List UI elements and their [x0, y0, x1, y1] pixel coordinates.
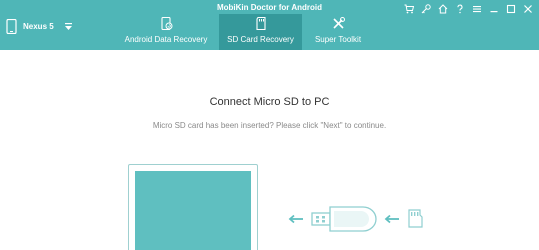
- sd-card-icon: [255, 17, 266, 30]
- phone-icon: [6, 18, 17, 34]
- monitor-screen: [135, 171, 251, 250]
- key-icon[interactable]: [421, 4, 431, 14]
- micro-sd-card-icon: [408, 209, 423, 228]
- tab-sd-card-recovery[interactable]: SD Card Recovery: [219, 14, 302, 50]
- tab-android-data-recovery[interactable]: Android Data Recovery: [118, 14, 214, 50]
- tab-label: Super Toolkit: [314, 35, 362, 44]
- help-icon[interactable]: [455, 4, 465, 14]
- cart-icon[interactable]: [404, 4, 414, 14]
- home-icon[interactable]: [438, 4, 448, 14]
- usb-card-reader-icon: [311, 206, 377, 232]
- tab-label: SD Card Recovery: [227, 35, 294, 44]
- minimize-icon[interactable]: [489, 4, 499, 14]
- window-controls: [404, 4, 533, 14]
- pc-monitor-illustration: [128, 164, 258, 250]
- page-title: Connect Micro SD to PC: [209, 96, 330, 108]
- menu-icon[interactable]: [472, 4, 482, 14]
- arrow-left-icon: [288, 214, 303, 224]
- instruction-text: Micro SD card has been inserted? Please …: [152, 121, 387, 130]
- tab-super-toolkit[interactable]: Super Toolkit: [306, 14, 370, 50]
- device-selector[interactable]: Nexus 5: [6, 14, 92, 38]
- maximize-icon[interactable]: [506, 4, 516, 14]
- device-name: Nexus 5: [23, 21, 54, 31]
- refresh-phone-icon: [161, 17, 173, 30]
- close-icon[interactable]: [523, 4, 533, 14]
- arrow-left-icon: [384, 214, 399, 224]
- title-bar: MobiKin Doctor for Android Nexus 5 Andro…: [0, 0, 539, 50]
- tab-label: Android Data Recovery: [124, 35, 208, 44]
- tools-icon: [333, 17, 345, 29]
- chevron-down-icon[interactable]: [64, 22, 73, 31]
